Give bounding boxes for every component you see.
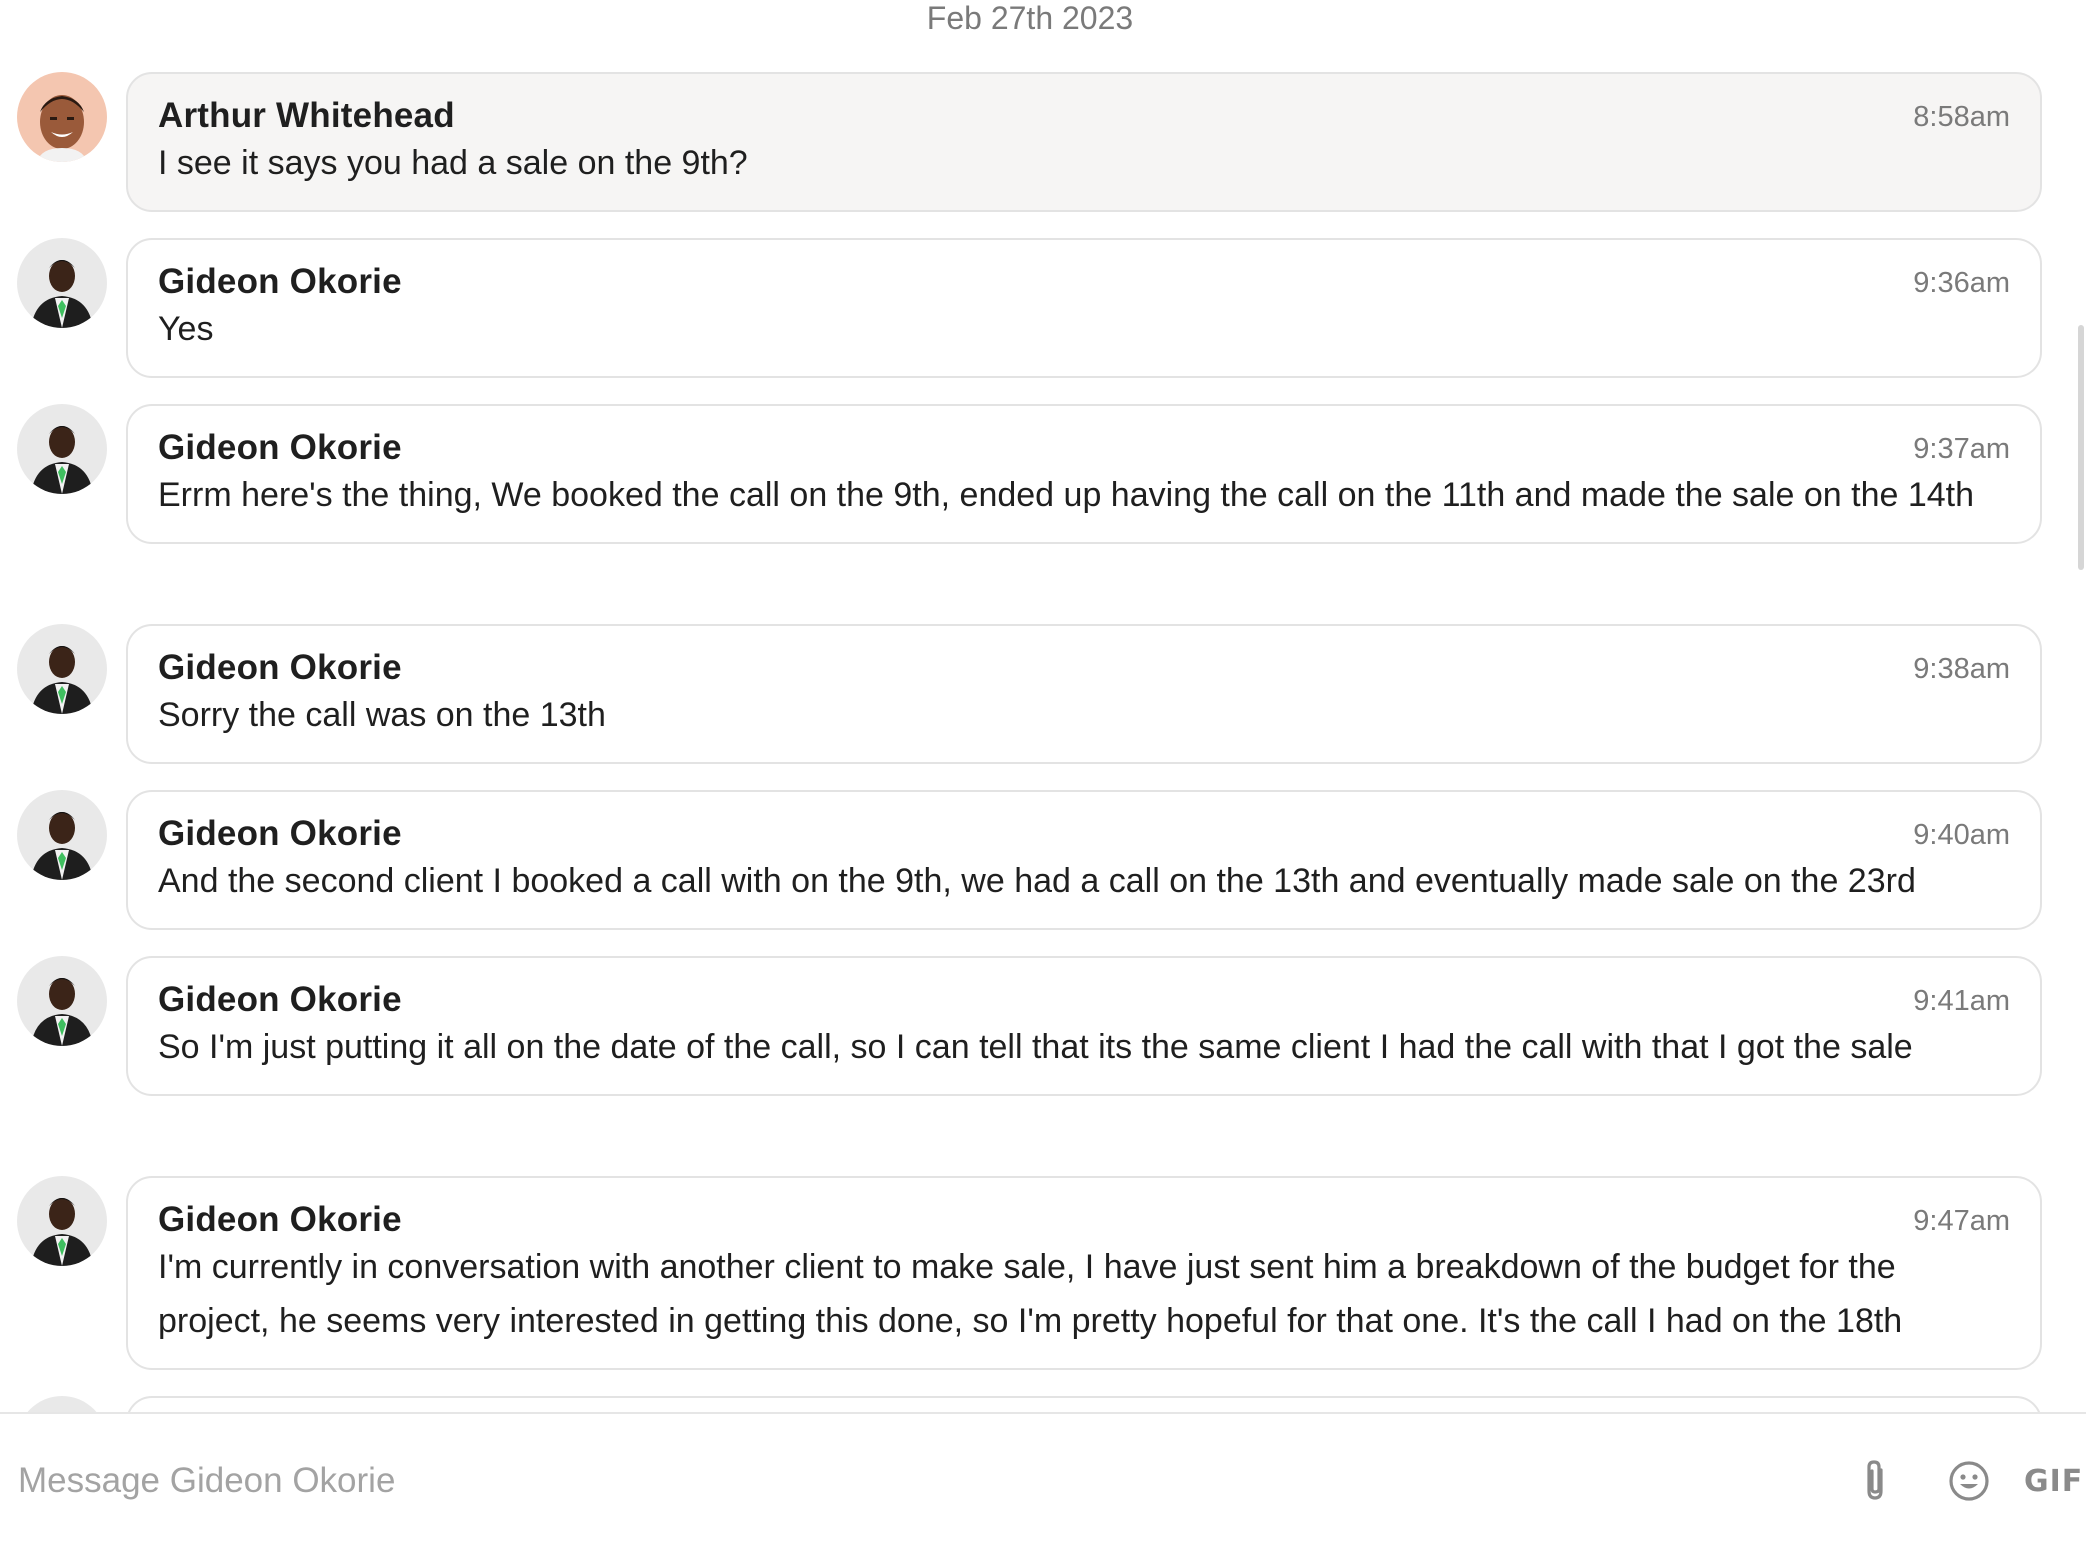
- sender-name[interactable]: Gideon Okorie: [158, 814, 2010, 854]
- avatar-gideon[interactable]: [17, 1396, 107, 1412]
- paperclip-icon[interactable]: [1856, 1456, 1896, 1506]
- smiley-icon[interactable]: [1944, 1456, 1994, 1506]
- message-bubble[interactable]: [126, 1396, 2042, 1412]
- avatar-gideon[interactable]: [17, 238, 107, 328]
- message-bubble[interactable]: Gideon Okorie 9:36am Yes: [126, 238, 2042, 378]
- message-bubble[interactable]: Gideon Okorie 9:37am Errm here's the thi…: [126, 404, 2042, 544]
- message-time: 9:36am: [1913, 267, 2010, 299]
- chat-window: Feb 27th 2023 Arthur Whitehead 8:58am I …: [0, 0, 2086, 1542]
- avatar-gideon[interactable]: [17, 404, 107, 494]
- message-time: 9:37am: [1913, 433, 2010, 465]
- message-text: Sorry the call was on the 13th: [158, 696, 606, 734]
- avatar-arthur[interactable]: [17, 72, 107, 162]
- message-bubble[interactable]: Gideon Okorie 9:40am And the second clie…: [126, 790, 2042, 930]
- message-text: And the second client I booked a call wi…: [158, 862, 1916, 900]
- message-text: Yes: [158, 310, 214, 348]
- message-input[interactable]: [16, 1450, 1820, 1512]
- message-time: 8:58am: [1913, 101, 2010, 133]
- message-text: So I'm just putting it all on the date o…: [158, 1028, 1913, 1066]
- message-time: 9:40am: [1913, 819, 2010, 851]
- message-composer: GIF: [0, 1412, 2086, 1542]
- scrollbar-thumb[interactable]: [2078, 325, 2084, 570]
- sender-name[interactable]: Gideon Okorie: [158, 980, 2010, 1020]
- avatar-gideon[interactable]: [17, 790, 107, 880]
- avatar-gideon[interactable]: [17, 1176, 107, 1266]
- sender-name[interactable]: Gideon Okorie: [158, 648, 2010, 688]
- avatar-gideon[interactable]: [17, 624, 107, 714]
- message-time: 9:41am: [1913, 985, 2010, 1017]
- sender-name[interactable]: Gideon Okorie: [158, 262, 2010, 302]
- sender-name[interactable]: Arthur Whitehead: [158, 96, 2010, 136]
- message-time: 9:47am: [1913, 1205, 2010, 1237]
- message-time: 9:38am: [1913, 653, 2010, 685]
- date-separator: Feb 27th 2023: [926, 0, 1134, 36]
- message-text: I see it says you had a sale on the 9th?: [158, 144, 748, 182]
- message-bubble[interactable]: Gideon Okorie 9:47am I'm currently in co…: [126, 1176, 2042, 1370]
- message-bubble[interactable]: Arthur Whitehead 8:58am I see it says yo…: [126, 72, 2042, 212]
- message-text: I'm currently in conversation with anoth…: [158, 1248, 1903, 1340]
- message-list[interactable]: Feb 27th 2023 Arthur Whitehead 8:58am I …: [0, 0, 2086, 1412]
- message-bubble[interactable]: Gideon Okorie 9:41am So I'm just putting…: [126, 956, 2042, 1096]
- avatar-gideon[interactable]: [17, 956, 107, 1046]
- sender-name[interactable]: Gideon Okorie: [158, 1200, 2010, 1240]
- sender-name[interactable]: Gideon Okorie: [158, 428, 2010, 468]
- gif-button[interactable]: GIF: [2024, 1456, 2086, 1506]
- message-text: Errm here's the thing, We booked the cal…: [158, 476, 1975, 514]
- message-bubble[interactable]: Gideon Okorie 9:38am Sorry the call was …: [126, 624, 2042, 764]
- scrollbar[interactable]: [2072, 0, 2086, 1412]
